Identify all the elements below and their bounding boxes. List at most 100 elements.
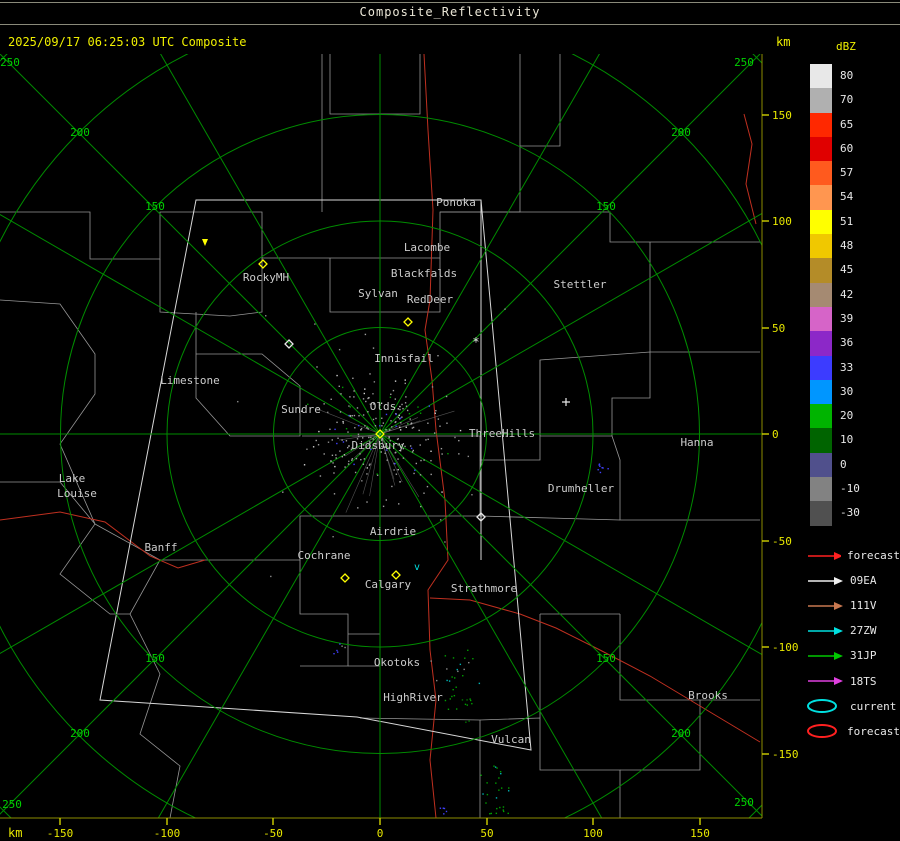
echo-pixel [480, 774, 482, 777]
echo-pixel [358, 415, 360, 417]
echo-pixel [381, 417, 383, 419]
dbz-scale-row: 42 [810, 282, 900, 307]
bottom-axis-unit: km [8, 826, 22, 840]
echo-pixel [306, 448, 308, 450]
echo-pixel [332, 462, 334, 464]
echo-pixel [312, 446, 315, 448]
range-label: 250 [734, 56, 754, 69]
dbz-value: 0 [840, 457, 847, 471]
echo-pixel [402, 407, 404, 410]
echo-pixel [394, 380, 397, 382]
echo-pixel [349, 396, 351, 398]
echo-pixel [347, 463, 350, 465]
city-label: RockyMH [243, 271, 289, 284]
echo-pixel [333, 493, 336, 495]
echo-pixel [417, 406, 419, 408]
echo-pixel [342, 422, 345, 424]
azimuth-line [157, 433, 381, 818]
dbz-scale-row: 54 [810, 185, 900, 210]
dbz-unit-label: dBZ [836, 40, 856, 53]
echo-pixel [471, 702, 473, 705]
dbz-value: 54 [840, 190, 854, 204]
echo-pixel [323, 453, 325, 455]
azimuth-line [379, 433, 762, 656]
echo-pixel [359, 453, 361, 455]
echo-pixel [500, 787, 503, 789]
echo-pixel [495, 782, 497, 784]
track-label: 27ZW [850, 624, 877, 638]
echo-pixel [467, 649, 469, 652]
echo-pixel [338, 348, 341, 351]
echo-pixel [336, 649, 338, 652]
echo-pixel [360, 458, 362, 461]
dbz-value: 36 [840, 336, 854, 350]
echo-pixel [353, 390, 355, 392]
dbz-swatch [810, 355, 832, 380]
echo-pixel [357, 507, 359, 509]
right-axis-unit: km [776, 35, 791, 49]
echo-pixel [360, 427, 363, 430]
echo-pixel [344, 646, 346, 649]
city-label: Strathmore [451, 582, 517, 595]
echo-pixel [379, 425, 381, 427]
echo-pixel [412, 426, 415, 429]
echo-pixel [353, 463, 355, 466]
echo-pixel [399, 405, 401, 408]
echo-pixel [331, 439, 333, 441]
echo-pixel [373, 381, 376, 383]
echo-pixel [466, 704, 469, 706]
city-label: Okotoks [374, 656, 420, 669]
echo-pixel [360, 429, 362, 431]
echo-pixel [329, 428, 331, 430]
echo-pixel [409, 418, 411, 420]
county-boundary [479, 515, 621, 521]
echo-pixel [399, 408, 401, 411]
dbz-value: 70 [840, 93, 854, 107]
echo-pixel [478, 682, 481, 685]
echo-pixel [390, 393, 392, 396]
echo-pixel [349, 406, 351, 408]
bottom-axis-label: -50 [263, 827, 283, 840]
right-axis-label: 50 [772, 322, 785, 335]
dbz-scale-row: 65 [810, 112, 900, 137]
echo-pixel [398, 414, 400, 417]
echo-pixel [375, 417, 377, 420]
echo-pixel [431, 386, 434, 388]
echo-pixel [414, 469, 416, 471]
city-label: Louise [57, 487, 97, 500]
echo-pixel [449, 698, 451, 700]
echo-pixel [455, 708, 458, 710]
echo-pixel [444, 541, 446, 543]
dbz-value: 20 [840, 409, 854, 423]
track-row: 27ZW [806, 618, 900, 643]
city-label: HighRiver [383, 691, 443, 704]
echo-pixel [366, 425, 369, 428]
echo-pixel [471, 494, 473, 496]
echo-pixel [346, 446, 349, 449]
echo-pixel [364, 425, 366, 427]
echo-pixel [366, 473, 368, 475]
dbz-swatch [810, 282, 832, 307]
echo-pixel [419, 412, 422, 414]
dbz-scale-row: 51 [810, 209, 900, 235]
echo-pixel [366, 501, 368, 503]
track-label: 18TS [850, 674, 877, 688]
echo-pixel [465, 721, 467, 723]
dbz-swatch [810, 258, 832, 283]
track-ellipse-icon [807, 724, 837, 739]
dbz-swatch [810, 477, 832, 502]
echo-pixel [317, 444, 320, 446]
echo-pixel [385, 429, 387, 431]
echo-pixel [499, 806, 501, 809]
city-label: RedDeer [407, 293, 454, 306]
echo-pixel [439, 807, 442, 809]
echo-pixel [469, 699, 472, 702]
echo-pixel [397, 408, 400, 410]
echo-pixel [367, 411, 369, 413]
echo-pixel [464, 703, 467, 706]
dbz-swatch [810, 88, 832, 113]
echo-pixel [400, 422, 402, 424]
echo-pixel [462, 675, 464, 677]
echo-pixel [397, 416, 400, 419]
echo-pixel [494, 766, 497, 768]
